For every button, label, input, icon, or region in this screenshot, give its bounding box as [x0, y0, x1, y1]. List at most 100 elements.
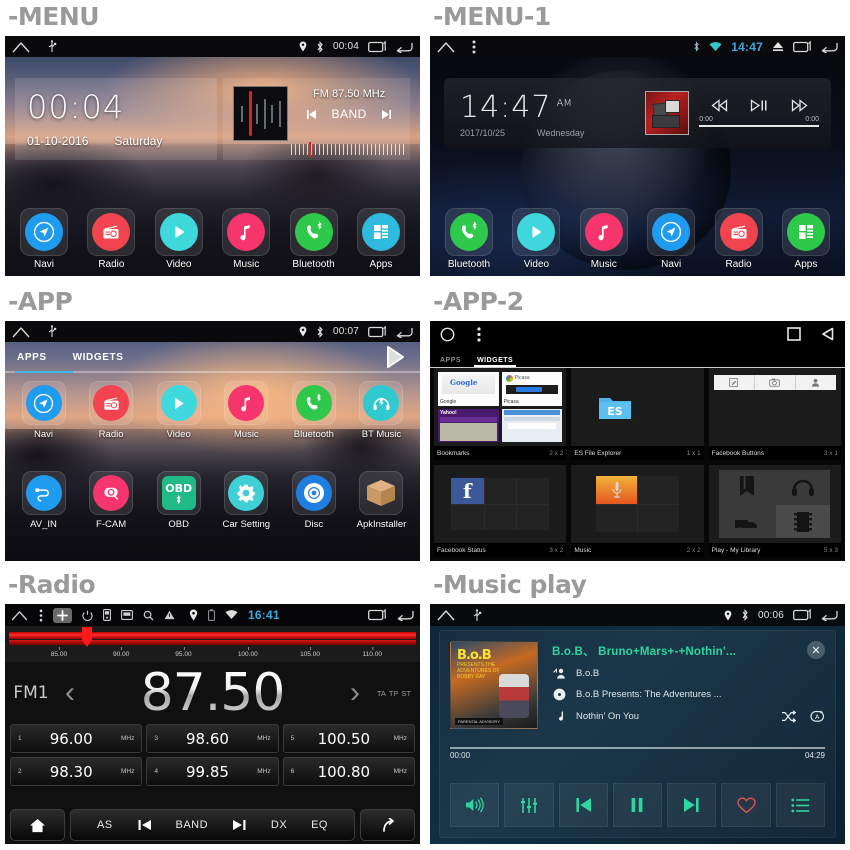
recents-icon[interactable] — [793, 609, 811, 621]
eject-icon[interactable] — [772, 41, 784, 52]
tab-widgets[interactable]: WIDGETS — [73, 352, 124, 363]
volume-button[interactable] — [450, 783, 500, 827]
usb-icon[interactable] — [472, 608, 482, 622]
dock-item-bluetooth[interactable]: Bluetooth — [283, 208, 345, 270]
dock-item-apps[interactable]: Apps — [350, 208, 412, 270]
dock-item-music[interactable]: Music — [573, 208, 635, 270]
menu-dots-icon[interactable] — [39, 609, 43, 622]
preset-button-4[interactable]: 4 99.85 MHz — [146, 757, 279, 786]
home-circle-icon[interactable] — [440, 327, 455, 342]
home-button[interactable] — [10, 809, 65, 841]
back-button[interactable] — [360, 809, 415, 841]
widget-card-es-file-explorer[interactable]: ES ES File Explorer 1 x 1 — [571, 368, 704, 460]
app-item-navi[interactable]: Navi — [11, 377, 76, 467]
dock-item-video[interactable]: Video — [148, 208, 210, 270]
recents-icon[interactable] — [368, 609, 386, 621]
dock-item-radio[interactable]: Radio — [708, 208, 770, 270]
repeat-all-icon[interactable]: A — [810, 710, 825, 723]
home-icon[interactable] — [436, 609, 456, 621]
search-icon[interactable] — [143, 610, 154, 621]
preset-button-5[interactable]: 5 100.50 MHz — [282, 724, 415, 753]
recents-square-icon[interactable] — [787, 327, 801, 341]
app-item-f-cam[interactable]: F-CAM — [79, 467, 144, 557]
widget-card-play-library[interactable]: Play - My Library 5 x 3 — [708, 465, 841, 557]
preset-button-2[interactable]: 2 98.30 MHz — [10, 757, 143, 786]
back-icon[interactable] — [395, 326, 414, 338]
back-triangle-icon[interactable] — [821, 327, 835, 341]
music-progress[interactable]: 00:00 04:29 — [450, 747, 825, 760]
radio-frequency-scale[interactable]: 85.00 90.00 95.00 100.00 105.00 110.00 — [5, 626, 420, 662]
warning-icon[interactable] — [164, 610, 175, 620]
widget-card-facebook-status[interactable]: f Facebook Status 3 x 2 — [434, 465, 567, 557]
next-icon[interactable] — [791, 99, 808, 112]
previous-icon[interactable] — [137, 819, 152, 831]
previous-icon[interactable] — [710, 99, 728, 112]
home-icon[interactable] — [11, 326, 31, 338]
phone-icon[interactable] — [103, 609, 111, 621]
next-icon[interactable] — [232, 819, 247, 831]
usb-icon[interactable] — [47, 40, 57, 53]
back-icon[interactable] — [820, 41, 839, 53]
home-icon[interactable] — [11, 41, 31, 53]
dx-button[interactable]: DX — [271, 819, 287, 831]
tab-apps[interactable]: APPS — [440, 357, 461, 367]
preset-button-1[interactable]: 1 96.00 MHz — [10, 724, 143, 753]
playlist-button[interactable] — [775, 783, 825, 827]
radio-band-label[interactable]: BAND — [331, 107, 366, 121]
band-button[interactable]: BAND — [175, 819, 208, 831]
tab-widgets[interactable]: WIDGETS — [474, 357, 517, 367]
app-item-apk-installer[interactable]: ApkInstaller — [349, 467, 414, 557]
menu1-player-widget[interactable]: 0:00 0:00 — [645, 91, 831, 135]
app-item-video[interactable]: Video — [146, 377, 211, 467]
radio-seek-down-icon[interactable]: ‹ — [57, 678, 83, 708]
radio-tuner-scale[interactable] — [291, 142, 404, 157]
app-item-music[interactable]: Music — [214, 377, 279, 467]
app-item-bluetooth[interactable]: Bluetooth — [281, 377, 346, 467]
recents-icon[interactable] — [368, 40, 386, 53]
app-item-av-in[interactable]: AV_IN — [11, 467, 76, 557]
home-icon[interactable] — [10, 610, 29, 621]
shuffle-icon[interactable] — [781, 710, 796, 723]
radio-seek-up-icon[interactable]: › — [342, 678, 368, 708]
back-icon[interactable] — [395, 41, 414, 53]
plus-icon[interactable] — [53, 607, 72, 623]
play-store-icon[interactable] — [384, 345, 408, 369]
close-icon[interactable]: ✕ — [807, 641, 825, 659]
eq-button[interactable]: EQ — [311, 819, 328, 831]
radio-tuning-pointer[interactable] — [81, 627, 92, 647]
dock-item-radio[interactable]: Radio — [80, 208, 142, 270]
menu-dots-icon[interactable] — [477, 326, 481, 342]
menu1-progress-bar[interactable] — [699, 125, 819, 127]
usb-icon[interactable] — [47, 325, 57, 338]
as-button[interactable]: AS — [97, 819, 113, 831]
dock-item-apps[interactable]: Apps — [775, 208, 837, 270]
dock-item-video[interactable]: Video — [505, 208, 567, 270]
recents-icon[interactable] — [368, 325, 386, 338]
app-item-radio[interactable]: Radio — [79, 377, 144, 467]
radio-prev-icon[interactable] — [306, 109, 317, 120]
app-item-bt-music[interactable]: BT Music — [349, 377, 414, 467]
play-pause-icon[interactable] — [750, 99, 768, 112]
power-icon[interactable] — [82, 610, 93, 621]
previous-button[interactable] — [558, 783, 608, 827]
recents-icon[interactable] — [793, 40, 811, 53]
pause-button[interactable] — [612, 783, 663, 827]
tab-apps[interactable]: APPS — [17, 352, 47, 363]
home-icon[interactable] — [436, 41, 456, 53]
menu-dots-icon[interactable] — [472, 40, 476, 54]
dock-item-navi[interactable]: Navi — [13, 208, 75, 270]
screen-icon[interactable] — [121, 610, 133, 620]
next-button[interactable] — [667, 783, 717, 827]
radio-next-icon[interactable] — [381, 109, 392, 120]
app-item-obd[interactable]: OBD OBD — [146, 467, 211, 557]
menu1-clock-widget[interactable]: 14:47 AM 2017/10/25 Wednesday — [444, 88, 645, 139]
widget-card-bookmarks[interactable]: Google Google Picasa Picasa Yahoo! Bookmar… — [434, 368, 567, 460]
favorite-button[interactable] — [721, 783, 771, 827]
clock-widget[interactable]: 00:04 01-10-2016 Saturday — [15, 78, 218, 160]
dock-item-music[interactable]: Music — [215, 208, 277, 270]
app-item-car-setting[interactable]: Car Setting — [214, 467, 279, 557]
radio-widget[interactable]: FM 87.50 MHz BAND — [223, 78, 410, 160]
preset-button-3[interactable]: 3 98.60 MHz — [146, 724, 279, 753]
equalizer-button[interactable] — [504, 783, 554, 827]
preset-button-6[interactable]: 6 100.80 MHz — [282, 757, 415, 786]
